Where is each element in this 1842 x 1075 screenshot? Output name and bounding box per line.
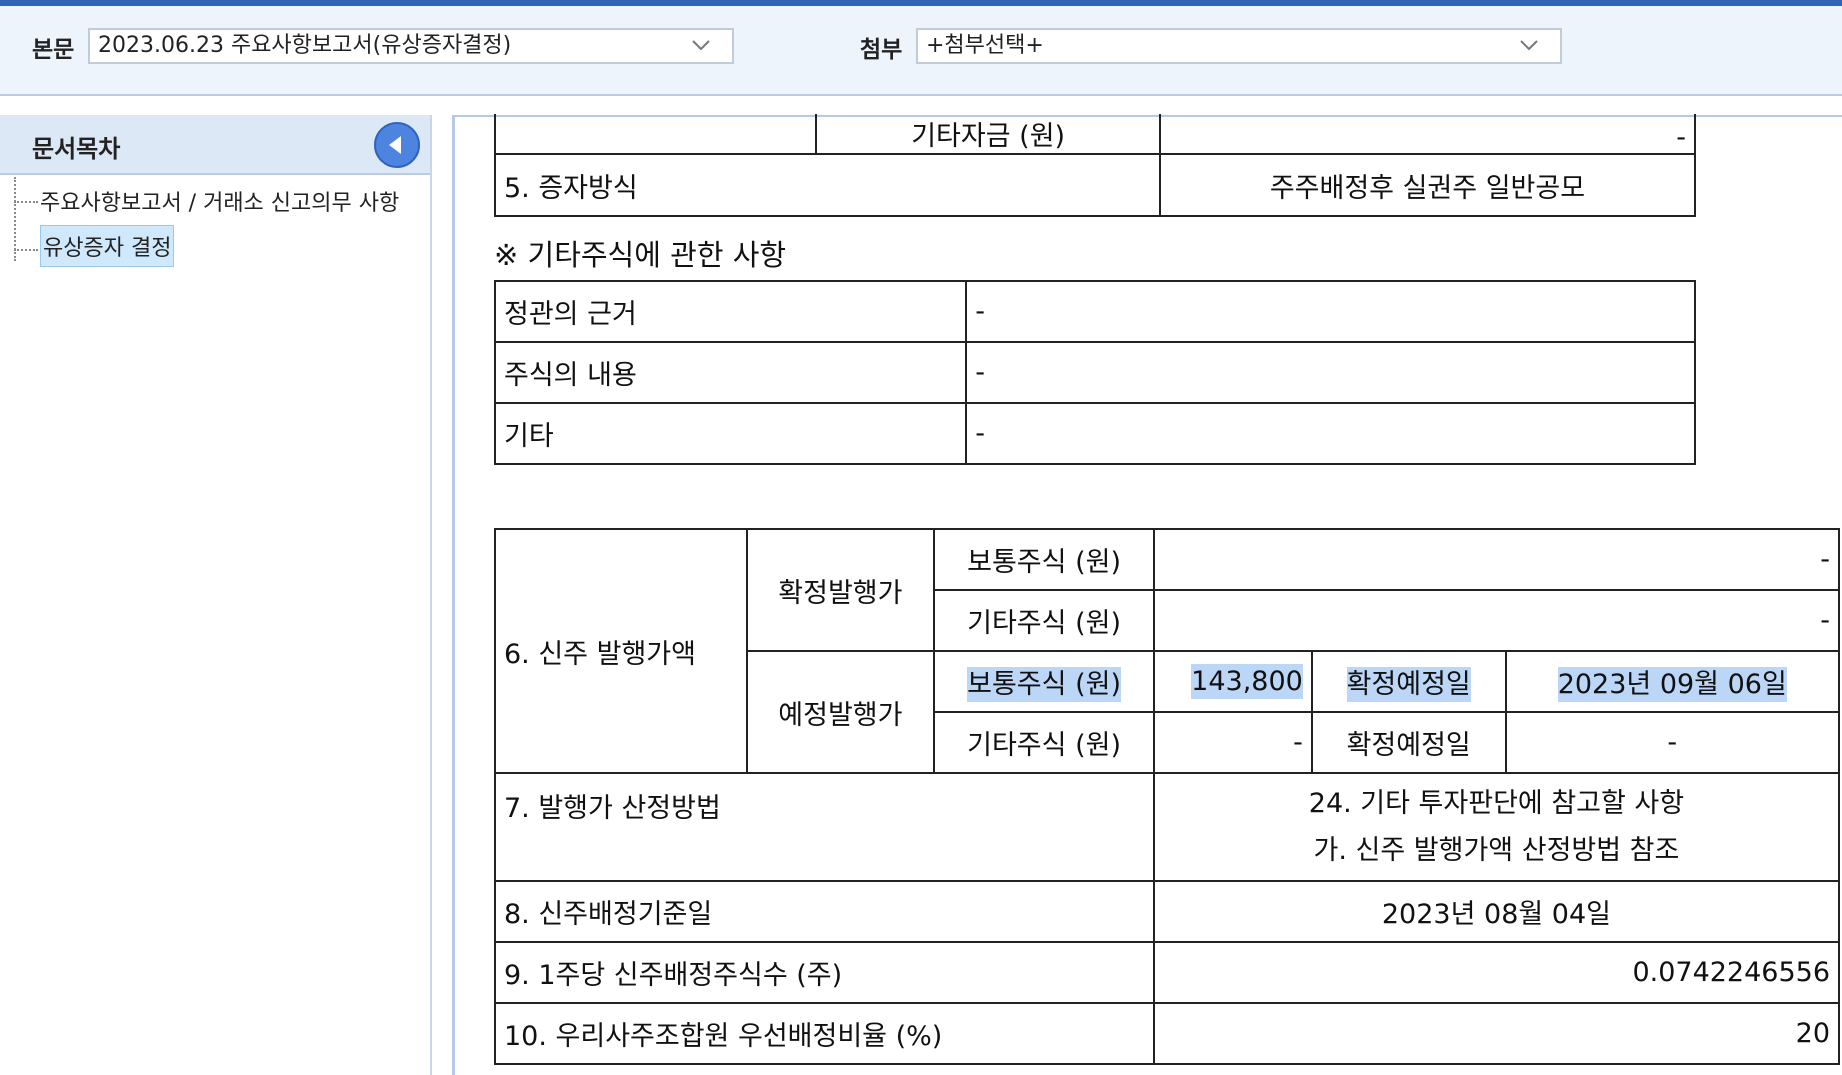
main-doc-select-value: 2023.06.23 주요사항보고서(유상증자결정) — [98, 33, 512, 58]
highlighted-text: 2023년 09월 06일 — [1557, 667, 1787, 702]
tree-connector — [14, 201, 38, 203]
table-cell: 확정발행가 — [745, 528, 936, 652]
highlighted-text: 확정예정일 — [1346, 667, 1471, 702]
table-cell: - — [1152, 711, 1313, 774]
table-row: 10. 우리사주조합원 우선배정비율 (%) 20 — [494, 1002, 1841, 1065]
table-row: 5. 증자방식 주주배정후 실권주 일반공모 — [494, 153, 1697, 217]
table-cell: 20 — [1152, 1002, 1841, 1065]
table-cell: - — [965, 341, 1696, 404]
table-cell: 6. 신주 발행가액 — [494, 528, 748, 774]
table-cell: - — [965, 402, 1696, 465]
highlighted-text: 보통주식 (원) — [967, 667, 1121, 702]
table-cell: 보통주식 (원) — [933, 528, 1155, 591]
table-cell: - — [1152, 589, 1841, 652]
table-cell: 5. 증자방식 — [494, 153, 1161, 217]
table-cell: 2023년 08월 04일 — [1152, 880, 1841, 943]
section-note: ※ 기타주식에 관한 사항 — [494, 238, 787, 272]
table-cell: 2023년 09월 06일 — [1504, 650, 1840, 713]
table-cell: - — [965, 280, 1696, 343]
table-cell: 9. 1주당 신주배정주식수 (주) — [494, 941, 1155, 1004]
main-doc-label: 본문 — [32, 37, 75, 63]
toc-title: 문서목차 — [32, 135, 121, 163]
toc-header: 문서목차 — [0, 115, 430, 175]
collapse-sidebar-button[interactable] — [374, 122, 420, 168]
table-cell: 확정예정일 — [1310, 711, 1507, 774]
table-cell: 보통주식 (원) — [933, 650, 1155, 713]
document-header: 본문 2023.06.23 주요사항보고서(유상증자결정) 첨부 +첨부선택+ — [0, 6, 1842, 96]
table-row: 6. 신주 발행가액 확정발행가 보통주식 (원) - — [494, 528, 1841, 774]
table-cell: 24. 기타 투자판단에 참고할 사항 가. 신주 발행가액 산정방법 참조 — [1152, 772, 1841, 882]
table-cell: 10. 우리사주조합원 우선배정비율 (%) — [494, 1002, 1155, 1065]
table-cell: 정관의 근거 — [493, 280, 968, 343]
table-cell: 기타자금 (원) — [815, 114, 1161, 155]
chevron-down-icon — [1520, 40, 1538, 51]
tree-connector — [14, 249, 38, 251]
cell-line: 24. 기타 투자판단에 참고할 사항 — [1308, 788, 1685, 819]
attachment-select[interactable]: +첨부선택+ — [916, 28, 1562, 64]
toc-item-rights-offering[interactable]: 유상증자 결정 — [40, 225, 175, 267]
cell-line: 가. 신주 발행가액 산정방법 참조 — [1313, 835, 1680, 866]
table-cell: 예정발행가 — [745, 650, 936, 774]
table-cell: 8. 신주배정기준일 — [494, 880, 1155, 943]
table-row: 기타자금 (원) - — [493, 114, 1697, 155]
offering-table-top: 기타자금 (원) - 5. 증자방식 주주배정후 실권주 일반공모 — [493, 114, 1697, 217]
chevron-down-icon — [692, 40, 710, 51]
table-cell: - — [1152, 528, 1841, 591]
main-doc-select[interactable]: 2023.06.23 주요사항보고서(유상증자결정) — [88, 28, 734, 64]
table-row: 정관의 근거 - — [493, 280, 1696, 343]
toc-item-report[interactable]: 주요사항보고서 / 거래소 신고의무 사항 — [40, 185, 399, 217]
table-cell: - — [1158, 114, 1697, 155]
table-cell: 기타 — [493, 402, 968, 465]
issue-price-table: 6. 신주 발행가액 확정발행가 보통주식 (원) - 기타주식 (원) - 예… — [494, 528, 1841, 1065]
table-cell: 7. 발행가 산정방법 — [494, 772, 1155, 882]
table-cell: 143,800 — [1152, 650, 1313, 713]
table-cell: 0.0742246556 — [1152, 941, 1841, 1004]
other-shares-table: 정관의 근거 - 주식의 내용 - 기타 - — [493, 280, 1696, 465]
table-cell: 기타주식 (원) — [933, 589, 1155, 652]
highlighted-text: 143,800 — [1191, 664, 1303, 699]
attachment-select-value: +첨부선택+ — [926, 33, 1044, 58]
table-cell: 기타주식 (원) — [933, 711, 1155, 774]
table-row: 8. 신주배정기준일 2023년 08월 04일 — [494, 880, 1841, 943]
table-cell: 주식의 내용 — [493, 341, 968, 404]
table-row: 7. 발행가 산정방법 24. 기타 투자판단에 참고할 사항 가. 신주 발행… — [494, 772, 1841, 882]
toc-sidebar: 문서목차 주요사항보고서 / 거래소 신고의무 사항 유상증자 결정 — [0, 115, 432, 1075]
table-row: 기타 - — [493, 402, 1696, 465]
table-cell — [493, 114, 818, 155]
table-cell: - — [1504, 711, 1840, 774]
table-cell: 확정예정일 — [1310, 650, 1507, 713]
table-row: 9. 1주당 신주배정주식수 (주) 0.0742246556 — [494, 941, 1841, 1004]
table-row: 주식의 내용 - — [493, 341, 1696, 404]
attachment-label: 첨부 — [860, 37, 903, 63]
table-cell: 주주배정후 실권주 일반공모 — [1158, 153, 1697, 217]
